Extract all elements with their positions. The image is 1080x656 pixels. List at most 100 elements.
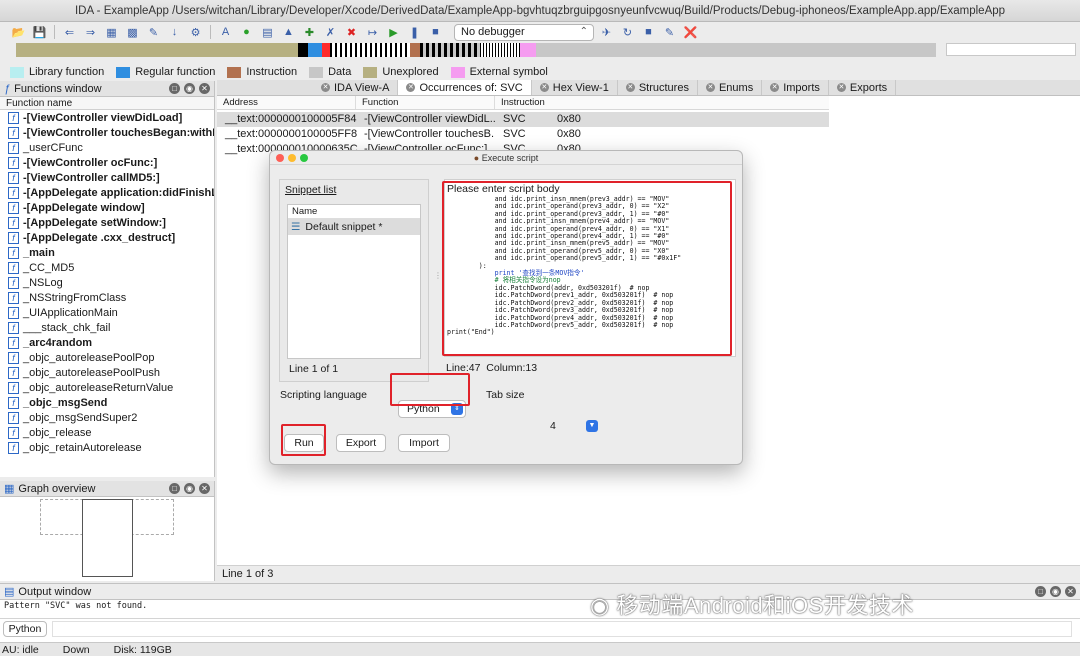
window-menu-icon[interactable]: □: [169, 83, 180, 94]
plugin-icon[interactable]: ✚: [301, 25, 318, 40]
edit-icon[interactable]: ✎: [661, 25, 678, 40]
jump-icon[interactable]: ✎: [145, 25, 162, 40]
snippet-name-column[interactable]: Name: [288, 205, 420, 219]
function-list-item[interactable]: f _objc_autoreleasePoolPop: [0, 350, 214, 365]
open-file-icon[interactable]: 📂: [10, 25, 27, 40]
export-button[interactable]: Export: [336, 434, 386, 452]
function-list-item[interactable]: f -[ViewController touchesBegan:withEvent…: [0, 125, 214, 140]
close-red-icon[interactable]: ✖: [343, 25, 360, 40]
window-menu-icon[interactable]: □: [169, 483, 180, 494]
tool-icon[interactable]: ✗: [322, 25, 339, 40]
float-window-icon[interactable]: ◉: [184, 483, 195, 494]
function-list-item[interactable]: f -[AppDelegate .cxx_destruct]: [0, 230, 214, 245]
functions-window-title: Functions window: [14, 82, 102, 95]
graph-icon[interactable]: ▤: [259, 25, 276, 40]
stop-icon[interactable]: ■: [427, 25, 444, 40]
function-list-item[interactable]: f _objc_retainAutorelease: [0, 440, 214, 455]
function-list-item[interactable]: f -[ViewController ocFunc:]: [0, 155, 214, 170]
function-name: -[AppDelegate setWindow:]: [23, 216, 166, 229]
import-button[interactable]: Import: [398, 434, 450, 452]
function-list-item[interactable]: f _NSStringFromClass: [0, 290, 214, 305]
zoom-dot-icon[interactable]: [300, 154, 308, 162]
function-name-column[interactable]: Function name: [0, 97, 214, 110]
column-address[interactable]: Address: [217, 96, 356, 109]
splitter-handle[interactable]: ⋮: [434, 271, 442, 281]
function-list-item[interactable]: f -[ViewController callMD5:]: [0, 170, 214, 185]
function-list-item[interactable]: f _objc_msgSend: [0, 395, 214, 410]
tools-icon[interactable]: ❌: [682, 25, 699, 40]
close-tab-icon[interactable]: ✕: [321, 83, 330, 92]
function-list-item[interactable]: f _CC_MD5: [0, 260, 214, 275]
tab-occurrences[interactable]: ✕ Occurrences of: SVC: [398, 80, 532, 95]
float-window-icon[interactable]: ◉: [184, 83, 195, 94]
text-search-icon[interactable]: ⚙: [187, 25, 204, 40]
close-tab-icon[interactable]: ✕: [406, 83, 416, 92]
debugger-select[interactable]: No debugger: [454, 23, 594, 41]
function-list-item[interactable]: f _objc_release: [0, 425, 214, 440]
tab-size-select[interactable]: 4 ▼: [542, 418, 600, 436]
table-row[interactable]: __text:0000000100005FF8 -[ViewController…: [217, 127, 829, 142]
close-dot-icon[interactable]: [276, 154, 284, 162]
binary-icon[interactable]: ▦: [103, 25, 120, 40]
function-list-item[interactable]: f -[AppDelegate window]: [0, 200, 214, 215]
close-tab-icon[interactable]: ✕: [705, 83, 715, 92]
tab-structures[interactable]: ✕ Structures: [618, 80, 698, 95]
tab-imports[interactable]: ✕ Imports: [762, 80, 829, 95]
graph-overview-viewport[interactable]: [82, 499, 133, 577]
pause-icon[interactable]: ❚: [406, 25, 423, 40]
legend-item: Regular function: [116, 66, 215, 78]
table-row[interactable]: __text:0000000100005F84 -[ViewController…: [217, 112, 829, 127]
segment-selector[interactable]: [946, 43, 1076, 56]
close-window-icon[interactable]: ✕: [1065, 586, 1076, 597]
command-input[interactable]: [52, 621, 1072, 637]
close-tab-icon[interactable]: ✕: [625, 83, 635, 92]
function-list-item[interactable]: f ___stack_chk_fail: [0, 320, 214, 335]
forward-arrow-icon[interactable]: ⇒: [82, 25, 99, 40]
highlight-run-box: [281, 424, 326, 456]
hex-icon[interactable]: ▩: [124, 25, 141, 40]
play-icon[interactable]: ▶: [385, 25, 402, 40]
python-icon: ☰: [291, 221, 301, 233]
attach-icon[interactable]: ✈: [598, 25, 615, 40]
output-window-icon: ▤: [4, 586, 15, 598]
function-list-item[interactable]: f -[AppDelegate application:didFinishLaun…: [0, 185, 214, 200]
function-list-item[interactable]: f _UIApplicationMain: [0, 305, 214, 320]
tab-hex-view[interactable]: ✕ Hex View-1: [532, 80, 618, 95]
close-window-icon[interactable]: ✕: [199, 483, 210, 494]
step-icon[interactable]: ↦: [364, 25, 381, 40]
function-list-item[interactable]: f _NSLog: [0, 275, 214, 290]
float-window-icon[interactable]: ◉: [1050, 586, 1061, 597]
function-list-item[interactable]: f _main: [0, 245, 214, 260]
letter-a-icon[interactable]: A: [217, 25, 234, 40]
close-tab-icon[interactable]: ✕: [770, 83, 780, 92]
snippet-item[interactable]: ☰ Default snippet *: [288, 219, 420, 235]
breakpoint-icon[interactable]: ■: [640, 25, 657, 40]
minimize-dot-icon[interactable]: [288, 154, 296, 162]
close-tab-icon[interactable]: ✕: [836, 83, 846, 92]
download-arrow-icon[interactable]: ↓: [166, 25, 183, 40]
command-language-button[interactable]: Python: [3, 621, 47, 637]
close-tab-icon[interactable]: ✕: [539, 83, 549, 92]
green-circle-icon[interactable]: ●: [238, 25, 255, 40]
save-icon[interactable]: 💾: [31, 25, 48, 40]
tab-exports[interactable]: ✕ Exports: [829, 80, 897, 95]
chart-icon[interactable]: ▲: [280, 25, 297, 40]
legend-label: Data: [328, 66, 352, 78]
snippet-list-label: Snippet list: [285, 184, 337, 196]
refresh-icon[interactable]: ↻: [619, 25, 636, 40]
close-window-icon[interactable]: ✕: [199, 83, 210, 94]
function-list-item[interactable]: f _objc_autoreleaseReturnValue: [0, 380, 214, 395]
function-list-item[interactable]: f _objc_msgSendSuper2: [0, 410, 214, 425]
function-list-item[interactable]: f _userCFunc: [0, 140, 214, 155]
back-arrow-icon[interactable]: ⇐: [61, 25, 78, 40]
column-instruction[interactable]: Instruction: [495, 96, 829, 109]
tab-ida-view-a[interactable]: ✕ IDA View-A: [313, 80, 399, 95]
navigation-band[interactable]: [16, 43, 936, 57]
function-list-item[interactable]: f _arc4random: [0, 335, 214, 350]
tab-enums[interactable]: ✕ Enums: [698, 80, 763, 95]
function-list-item[interactable]: f _objc_autoreleasePoolPush: [0, 365, 214, 380]
window-menu-icon[interactable]: □: [1035, 586, 1046, 597]
function-list-item[interactable]: f -[AppDelegate setWindow:]: [0, 215, 214, 230]
function-list-item[interactable]: f -[ViewController viewDidLoad]: [0, 110, 214, 125]
column-function[interactable]: Function: [356, 96, 495, 109]
